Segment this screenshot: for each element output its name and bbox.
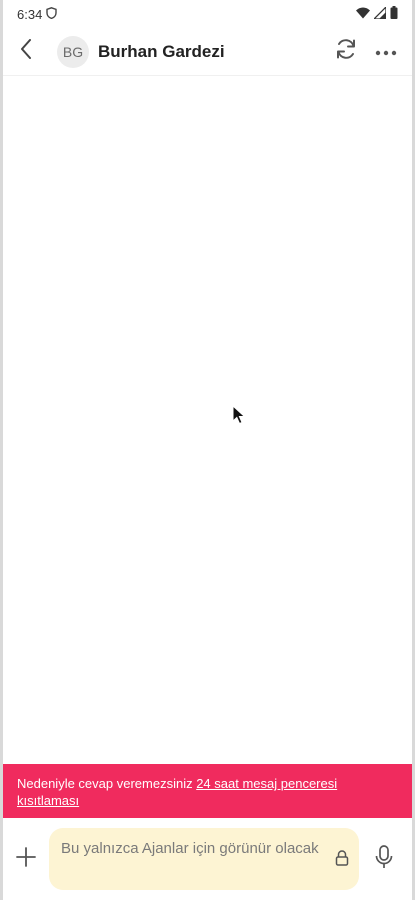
app-window: 6:34 BG Burhan Gardezi Nedeniyle cevap v… (3, 0, 412, 900)
back-button[interactable] (3, 28, 49, 76)
chat-header: BG Burhan Gardezi (3, 28, 412, 76)
lock-icon (335, 850, 349, 872)
signal-icon (372, 4, 387, 22)
status-right (356, 4, 398, 22)
banner-text: Nedeniyle cevap veremezsiniz (17, 776, 197, 791)
add-icon (16, 846, 36, 872)
wifi-icon (356, 7, 370, 22)
refresh-icon (334, 37, 358, 66)
message-input-placeholder: Bu yalnızca Ajanlar için görünür olacak (61, 840, 319, 857)
message-list[interactable] (3, 76, 412, 764)
contact-name[interactable]: Burhan Gardezi (98, 42, 326, 62)
reply-restriction-banner: Nedeniyle cevap veremezsiniz 24 saat mes… (3, 764, 412, 818)
battery-icon (390, 6, 398, 22)
cursor-icon (232, 404, 246, 430)
more-options-button[interactable] (366, 28, 406, 76)
voice-message-button[interactable] (359, 828, 409, 890)
status-bar: 6:34 (3, 0, 412, 28)
status-left: 6:34 (17, 6, 58, 22)
shield-icon (46, 6, 58, 22)
mic-icon (375, 844, 393, 874)
composer: Bu yalnızca Ajanlar için görünür olacak (3, 818, 412, 900)
avatar[interactable]: BG (57, 35, 89, 68)
message-input[interactable]: Bu yalnızca Ajanlar için görünür olacak (49, 828, 359, 890)
back-icon (20, 39, 32, 64)
refresh-button[interactable] (326, 28, 366, 76)
more-icon (375, 43, 397, 61)
status-time: 6:34 (17, 6, 43, 22)
add-attachment-button[interactable] (3, 828, 49, 890)
